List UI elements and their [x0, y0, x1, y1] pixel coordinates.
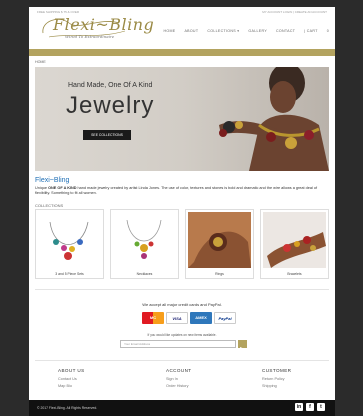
newsletter-email-input[interactable]: Your Email Address: [120, 340, 236, 348]
intro-pre: Unique: [35, 186, 49, 190]
footer-link[interactable]: Map Bio: [58, 384, 85, 388]
collection-card-bracelets[interactable]: Bracelets: [260, 209, 329, 279]
facebook-icon[interactable]: f: [306, 403, 314, 411]
collection-caption: Necklaces: [136, 272, 153, 276]
footer-heading: ABOUT US: [58, 368, 85, 373]
sets-image: [49, 221, 89, 260]
mastercard-icon: MC: [142, 312, 164, 324]
footer-link[interactable]: Sign In: [166, 377, 192, 381]
collection-caption: Bracelets: [287, 272, 302, 276]
footer-heading: ACCOUNT: [166, 368, 192, 373]
breadcrumb[interactable]: HOME: [35, 60, 46, 64]
send-icon: [240, 347, 245, 351]
brand-name: Flexi~Bling: [53, 15, 155, 34]
gold-divider: [29, 49, 335, 56]
nav-gallery[interactable]: GALLERY: [248, 29, 267, 33]
amex-icon: AMEX: [190, 312, 212, 324]
nav-cart[interactable]: | CART: [304, 29, 317, 33]
nav-collections[interactable]: COLLECTIONS ▾: [207, 29, 239, 33]
footer-col-about: ABOUT US Contact Us Map Bio: [58, 368, 85, 391]
newsletter-text: If you would like updates on new items a…: [147, 333, 217, 337]
intro-post: hand made jewelry created by artist Lind…: [35, 186, 318, 196]
linkedin-icon[interactable]: in: [295, 403, 303, 411]
intro-title: Flexi~Bling: [35, 177, 70, 184]
footer-link[interactable]: Contact Us: [58, 377, 85, 381]
collection-card-sets[interactable]: 3 and 5 Piece Sets: [35, 209, 104, 279]
newsletter-submit-button[interactable]: [238, 340, 247, 351]
collections-label: COLLECTIONS: [35, 203, 64, 208]
nav-contact[interactable]: CONTACT: [276, 29, 295, 33]
paypal-icon: PayPal: [214, 312, 236, 324]
footer-col-account: ACCOUNT Sign In Order History: [166, 368, 192, 391]
collection-caption: 3 and 5 Piece Sets: [55, 272, 84, 276]
collections-grid: 3 and 5 Piece Sets Necklaces Rings Brace…: [35, 209, 329, 279]
hero-model-image: [219, 67, 329, 171]
intro-text: Unique ONE OF A KIND hand made jewelry c…: [35, 186, 327, 196]
nav-home[interactable]: HOME: [163, 29, 175, 33]
account-links[interactable]: MY ACCOUNT LOGIN | CREATE AN ACCOUNT: [262, 10, 327, 14]
collection-caption: Rings: [215, 272, 224, 276]
page-frame: FREE SHIPPING $ 75 & OVER MY ACCOUNT LOG…: [29, 7, 335, 416]
see-collections-button[interactable]: SEE COLLECTIONS: [83, 130, 131, 140]
divider: [35, 360, 329, 361]
nav-about[interactable]: ABOUT: [184, 29, 198, 33]
cart-count[interactable]: 0: [327, 29, 329, 33]
main-nav: HOME ABOUT COLLECTIONS ▾ GALLERY CONTACT…: [163, 29, 329, 33]
divider: [35, 289, 329, 290]
footer-heading: CUSTOMER: [262, 368, 292, 373]
logo[interactable]: Flexi~Bling Wired To Extraordinaire: [39, 13, 154, 43]
footer-link[interactable]: Order History: [166, 384, 192, 388]
hero-subtitle: Hand Made, One Of A Kind: [68, 82, 153, 89]
footer-col-customer: CUSTOMER Return Policy Shipping: [262, 368, 291, 391]
footer-link[interactable]: Return Policy: [262, 377, 291, 381]
hero-title: Jewelry: [66, 92, 155, 119]
intro-bold: ONE OF A KIND: [48, 186, 77, 190]
footer-link[interactable]: Shipping: [262, 384, 291, 388]
twitter-icon[interactable]: t: [317, 403, 325, 411]
hero-banner: Hand Made, One Of A Kind Jewelry SEE COL…: [35, 67, 329, 171]
payment-text: We accept all major credit cards and Pay…: [142, 302, 222, 307]
necklace-image: [126, 219, 162, 259]
footer-bar: © 2017 Flexi-Bling. All Rights Reserved.…: [29, 400, 335, 416]
visa-icon: VISA: [166, 312, 188, 324]
collection-card-rings[interactable]: Rings: [185, 209, 254, 279]
collection-card-necklaces[interactable]: Necklaces: [110, 209, 179, 279]
social-links: in f t: [295, 403, 325, 411]
payment-cards: MC VISA AMEX PayPal: [142, 312, 236, 324]
ring-image: [188, 212, 251, 268]
bracelet-image: [263, 212, 326, 268]
brand-tagline: Wired To Extraordinaire: [65, 34, 115, 39]
copyright: © 2017 Flexi-Bling. All Rights Reserved.: [37, 406, 98, 410]
